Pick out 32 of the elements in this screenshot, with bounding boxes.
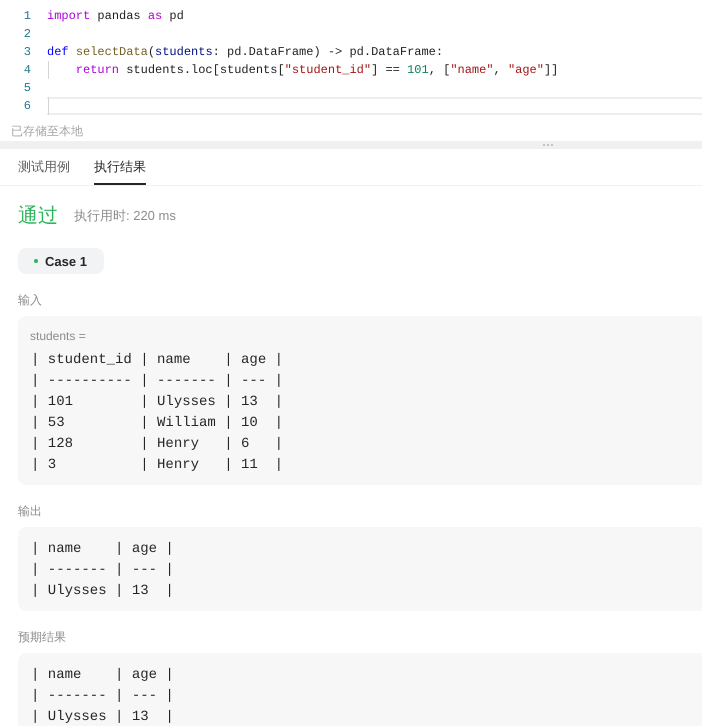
variable-label: students = bbox=[30, 328, 86, 344]
runtime-text: 执行用时: 220 ms bbox=[74, 208, 176, 224]
table-line: | ------- | --- | bbox=[31, 687, 174, 706]
case-tab[interactable]: Case 1 bbox=[18, 248, 104, 274]
line-number: 4 bbox=[22, 62, 31, 79]
table-line: | name | age | bbox=[31, 540, 174, 559]
line-number: 1 bbox=[22, 8, 31, 25]
tab[interactable]: 测试用例 bbox=[18, 149, 70, 185]
table-line: | 128 | Henry | 6 | bbox=[31, 435, 284, 454]
table-line: | Ulysses | 13 | bbox=[31, 708, 174, 726]
table-line: | name | age | bbox=[31, 666, 174, 685]
code-line: import pandas as pd bbox=[47, 8, 184, 25]
section-label: 预期结果 bbox=[18, 629, 66, 645]
line-number: 2 bbox=[22, 26, 31, 43]
section-label: 输出 bbox=[18, 503, 42, 519]
table-line: | student_id | name | age | bbox=[31, 351, 284, 370]
line-number: 3 bbox=[22, 44, 31, 61]
code-line: def selectData(students: pd.DataFrame) -> pd.DataFrame: bbox=[47, 44, 444, 61]
splitter-bar[interactable] bbox=[0, 141, 702, 149]
line-number: 6 bbox=[22, 98, 31, 115]
table-line: | Ulysses | 13 | bbox=[31, 582, 174, 601]
result-status: 通过 bbox=[18, 204, 58, 228]
code-line: return students.loc[students["student_id"] == 101, ["name", "age"]] bbox=[74, 62, 558, 79]
table-line: | ------- | --- | bbox=[31, 561, 174, 580]
tab[interactable]: 执行结果 bbox=[94, 149, 146, 185]
table-line: | ---------- | ------- | --- | bbox=[31, 372, 284, 391]
section-label: 输入 bbox=[18, 292, 42, 308]
line-number: 5 bbox=[22, 80, 31, 97]
table-line: | 53 | William | 10 | bbox=[31, 414, 284, 433]
table-line: | 101 | Ulysses | 13 | bbox=[31, 393, 284, 412]
table-line: | 3 | Henry | 11 | bbox=[31, 456, 284, 475]
save-status-text: 已存储至本地 bbox=[11, 123, 83, 139]
